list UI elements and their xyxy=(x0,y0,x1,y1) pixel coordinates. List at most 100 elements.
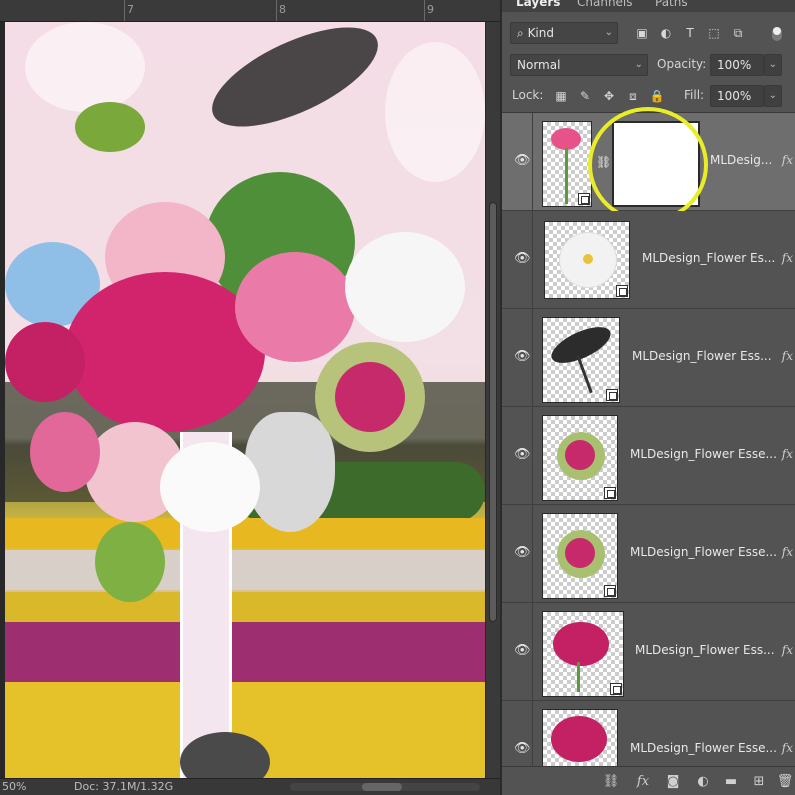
fill-dropdown[interactable]: ⌄ xyxy=(764,85,782,107)
ruler-tick-label: 9 xyxy=(427,3,434,16)
visibility-eye-icon[interactable]: 👁 xyxy=(514,741,531,757)
filter-kind-dropdown[interactable]: ⌕ Kind ⌄ xyxy=(510,22,618,44)
dragonfly-wings xyxy=(198,22,392,147)
lock-all-icon[interactable]: 🔒 xyxy=(649,88,665,104)
layer-effects-fx-icon[interactable]: fx xyxy=(782,447,793,461)
thumb-peony xyxy=(551,716,607,762)
smart-object-icon xyxy=(578,193,590,205)
add-mask-icon[interactable]: ◙ xyxy=(664,773,682,791)
zoom-level[interactable]: 50% xyxy=(2,780,26,793)
layer-thumbnail[interactable] xyxy=(544,221,630,299)
tab-layers[interactable]: Layers xyxy=(516,0,560,9)
tulip-row xyxy=(5,550,485,590)
tab-paths[interactable]: Paths xyxy=(655,0,688,9)
visibility-eye-icon[interactable]: 👁 xyxy=(514,153,531,169)
document-size[interactable]: Doc: 37.1M/1.32G xyxy=(74,780,173,793)
layer-row[interactable]: 👁 MLDesign_Flower Esse... fx xyxy=(502,505,795,603)
filter-toggle[interactable] xyxy=(772,27,782,41)
thumb-bud xyxy=(565,538,595,568)
smart-object-filter-icon[interactable]: ⧉ xyxy=(730,25,746,41)
layer-name[interactable]: MLDesign_Flower Ess... xyxy=(635,643,775,657)
add-layer-style-fx-icon[interactable]: fx xyxy=(634,773,652,791)
opacity-field[interactable]: 100% xyxy=(710,54,764,76)
layer-effects-fx-icon[interactable]: fx xyxy=(782,545,793,559)
new-group-folder-icon[interactable]: ▬ xyxy=(722,773,740,791)
link-layers-icon[interactable]: ⛓ xyxy=(602,773,620,791)
layer-effects-fx-icon[interactable]: fx xyxy=(782,741,793,755)
layer-filter-row: ⌕ Kind ⌄ ▣ ◐ T ⬚ ⧉ xyxy=(510,22,790,48)
lace-decoration xyxy=(25,22,145,112)
pink-blossom xyxy=(235,252,355,362)
layer-row[interactable]: 👁 ⛓ MLDesig... fx xyxy=(502,107,795,223)
layer-name[interactable]: MLDesign_Flower Ess... xyxy=(632,349,772,363)
leaf xyxy=(75,102,145,152)
scrollbar-thumb[interactable] xyxy=(362,783,402,791)
lock-image-pixels-icon[interactable]: ✎ xyxy=(577,88,593,104)
lock-transparent-pixels-icon[interactable]: ▦ xyxy=(553,88,569,104)
layer-name[interactable]: MLDesign_Flower Esse... xyxy=(630,447,777,461)
divider xyxy=(532,603,533,701)
document-canvas-area[interactable]: 7 8 9 50% Doc: 37.1M/1.32G xyxy=(0,0,500,795)
heart-ornament xyxy=(245,412,335,532)
tulip-row xyxy=(5,518,485,548)
artboard-image[interactable] xyxy=(5,22,485,778)
vertical-scrollbar[interactable] xyxy=(486,22,500,778)
opacity-dropdown[interactable]: ⌄ xyxy=(764,54,782,76)
layer-row[interactable]: 👁 MLDesign_Flower Esse... fx xyxy=(502,407,795,505)
fill-label: Fill: xyxy=(684,88,705,102)
layer-thumbnail[interactable] xyxy=(542,415,618,501)
layer-name[interactable]: MLDesign_Flower Es... xyxy=(642,251,775,265)
tulip-row xyxy=(5,622,485,682)
layer-effects-fx-icon[interactable]: fx xyxy=(782,251,793,265)
layer-thumbnail[interactable] xyxy=(542,121,592,207)
layer-row[interactable]: 👁 MLDesign_Flower Es... fx xyxy=(502,211,795,309)
visibility-eye-icon[interactable]: 👁 xyxy=(514,251,531,267)
thumb-flower xyxy=(551,128,581,150)
layer-row[interactable]: 👁 MLDesign_Flower Ess... fx xyxy=(502,603,795,701)
layer-row[interactable]: 👁 MLDesign_Flower Ess... fx xyxy=(502,309,795,407)
layer-thumbnail[interactable] xyxy=(542,513,618,599)
layer-name[interactable]: MLDesign_Flower Esse... xyxy=(630,545,777,559)
tab-channels[interactable]: Channels xyxy=(577,0,633,9)
magenta-peony xyxy=(65,272,265,432)
layer-name[interactable]: MLDesign_Flower Esse... xyxy=(630,741,777,755)
ruler-tick xyxy=(424,0,425,21)
layer-effects-fx-icon[interactable]: fx xyxy=(782,349,793,363)
leaf xyxy=(95,522,165,602)
new-layer-icon[interactable]: ⊞ xyxy=(750,773,768,791)
layer-name[interactable]: MLDesig... xyxy=(710,153,772,167)
visibility-eye-icon[interactable]: 👁 xyxy=(514,447,531,463)
panel-tabs: Layers Channels Paths xyxy=(502,0,795,12)
new-adjustment-layer-icon[interactable]: ◐ xyxy=(694,773,712,791)
layer-effects-fx-icon[interactable]: fx xyxy=(782,643,793,657)
adjustment-layer-filter-icon[interactable]: ◐ xyxy=(658,25,674,41)
chevron-down-icon: ⌄ xyxy=(768,59,777,70)
thumb-flower-center xyxy=(583,254,593,264)
lock-artboard-icon[interactable]: ⧈ xyxy=(625,88,641,104)
lock-position-icon[interactable]: ✥ xyxy=(601,88,617,104)
layers-list[interactable]: 👁 ⛓ MLDesig... fx 👁 MLDesign_Flower Es..… xyxy=(502,107,795,795)
shape-layer-filter-icon[interactable]: ⬚ xyxy=(706,25,722,41)
blend-mode-dropdown[interactable]: Normal ⌄ xyxy=(510,54,648,76)
pink-blossom xyxy=(30,412,100,492)
smart-object-icon xyxy=(604,487,616,499)
status-bar: 50% Doc: 37.1M/1.32G xyxy=(0,778,500,795)
delete-layer-trash-icon[interactable]: 🗑 xyxy=(776,773,794,791)
pixel-layer-filter-icon[interactable]: ▣ xyxy=(634,25,650,41)
scrollbar-thumb[interactable] xyxy=(489,202,497,622)
smart-object-icon xyxy=(604,585,616,597)
filter-kind-label: Kind xyxy=(527,26,554,40)
visibility-eye-icon[interactable]: 👁 xyxy=(514,545,531,561)
fill-field[interactable]: 100% xyxy=(710,85,764,107)
horizontal-scrollbar[interactable] xyxy=(290,783,480,791)
type-layer-filter-icon[interactable]: T xyxy=(682,25,698,41)
highlight-circle xyxy=(588,107,708,223)
layer-thumbnail[interactable] xyxy=(542,611,624,697)
layer-thumbnail[interactable] xyxy=(542,317,620,403)
layer-effects-fx-icon[interactable]: fx xyxy=(782,153,793,167)
horizontal-ruler: 7 8 9 xyxy=(0,0,500,22)
visibility-eye-icon[interactable]: 👁 xyxy=(514,349,531,365)
visibility-eye-icon[interactable]: 👁 xyxy=(514,643,531,659)
lace-decoration xyxy=(385,42,485,182)
lock-label: Lock: xyxy=(512,88,544,102)
